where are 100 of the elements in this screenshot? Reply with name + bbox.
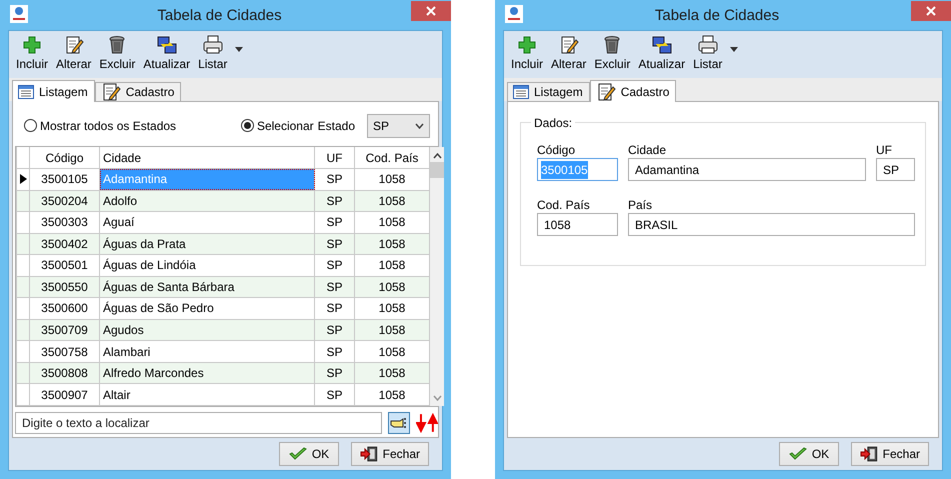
table-cell: 1058 [354,362,430,384]
find-button[interactable] [388,412,410,434]
toolbar-button[interactable]: Incluir [507,35,548,71]
app-logo-icon [10,5,28,23]
table-cell: Adolfo [100,190,314,212]
tab[interactable]: Cadastro [94,82,182,101]
table-cell: 1058 [354,276,430,298]
toolbar-button[interactable]: Alterar [52,35,96,71]
tab[interactable]: Cadastro [590,80,676,102]
toolbar-button[interactable]: Alterar [547,35,590,71]
table-cell: Altair [100,384,314,406]
table-cell: Alfredo Marcondes [100,362,314,384]
radio-button[interactable]: Selecionar [240,116,314,134]
table-cell: SP [314,212,354,234]
table-cell: 3500808 [30,362,100,384]
plus-icon [22,35,42,55]
table-cell: Águas de Lindóia [100,254,314,276]
printer-icon [696,35,719,55]
monitors-arrows-icon [652,35,672,55]
close-button[interactable] [411,1,451,21]
scroll-down-icon [432,395,442,401]
toolbar-button[interactable]: Listar [194,35,232,71]
check-icon [788,447,807,461]
table-cell: 3500550 [30,276,100,298]
table-cell: SP [314,233,354,255]
notepad-pencil-icon [64,35,84,55]
table-cell: Aguaí [100,212,314,234]
table-cell: 3500204 [30,190,100,212]
input-field[interactable]: BRASIL [628,213,915,236]
scrollbar-thumb [430,162,444,178]
dialog-button[interactable]: OK [279,442,339,466]
state-select[interactable]: SP [367,114,430,138]
field-label: UF [876,143,893,157]
close-icon [426,6,436,16]
plus-icon [517,35,537,55]
field-label: Código [537,143,576,157]
field-label: Cidade [628,143,668,157]
close-button[interactable] [911,1,951,21]
tab[interactable]: Listagem [12,80,95,102]
list-icon [513,85,529,99]
app-logo-icon [505,5,523,23]
search-field[interactable]: Digite o texto a localizar [15,412,382,434]
table-cell: 3500758 [30,340,100,362]
table-cell: 3500600 [30,298,100,320]
dialog-button[interactable]: Fechar [851,442,929,466]
table-cell: SP [314,362,354,384]
table-cell: Águas da Prata [100,233,314,255]
toolbar-button[interactable]: Atualizar [139,35,194,71]
table-cell: Agudos [100,319,314,341]
table-cell: 3500303 [30,212,100,234]
scroll-up-icon [432,153,442,159]
dialog-button[interactable]: Fechar [351,442,429,466]
table-cell: Alambari [100,340,314,362]
printer-icon [202,35,224,55]
caret-icon [235,47,244,52]
caret-icon [730,47,738,52]
check-icon [288,447,307,461]
toolbar-button[interactable]: Excluir [95,35,140,71]
trash-can-icon [107,35,128,55]
table-cell: Águas de Santa Bárbara [100,276,314,298]
radio-button[interactable]: Mostrar todos os Estados [24,116,176,134]
window-title: Tabela de Cidades [156,6,283,26]
table-cell: SP [314,384,354,406]
window-title: Tabela de Cidades [654,6,780,26]
chevron-down-icon [415,122,424,128]
notepad-pencil-icon [558,35,579,55]
column-header[interactable]: Código [30,147,100,169]
table-cell: SP [314,254,354,276]
door-exit-icon [860,446,878,462]
table-cell: 3500907 [30,384,100,406]
trash-can-icon [602,35,622,55]
toolbar-button[interactable]: Incluir [12,35,52,71]
table-cell: SP [314,319,354,341]
row-pointer-icon [20,174,27,184]
field-label: País [628,198,654,212]
close-icon [926,6,936,16]
table-cell: Adamantina [100,168,314,190]
sort-arrows-icon [416,413,438,433]
column-header[interactable]: UF [314,147,354,169]
field-label: Estado [318,118,355,134]
toolbar-button[interactable]: Excluir [590,35,634,71]
list-icon [18,84,34,98]
table-cell: 3500402 [30,233,100,255]
table-cell: SP [314,298,354,320]
input-field[interactable]: Adamantina [628,158,866,181]
table-cell: SP [314,190,354,212]
input-field[interactable]: 1058 [537,213,618,236]
toolbar-button[interactable]: Atualizar [634,35,690,71]
column-header[interactable]: Cod. País [354,147,430,169]
table-cell: 1058 [354,233,430,255]
tab[interactable]: Listagem [507,82,590,101]
dialog-button[interactable]: OK [779,442,839,466]
table-cell: Águas de São Pedro [100,298,314,320]
monitors-arrows-icon [156,35,177,55]
table-cell: 1058 [354,319,430,341]
toolbar-button[interactable]: Listar [689,35,726,71]
table-cell: 3500501 [30,254,100,276]
input-field[interactable]: SP [876,158,915,181]
table-cell: 3500709 [30,319,100,341]
table-cell: 1058 [354,190,430,212]
